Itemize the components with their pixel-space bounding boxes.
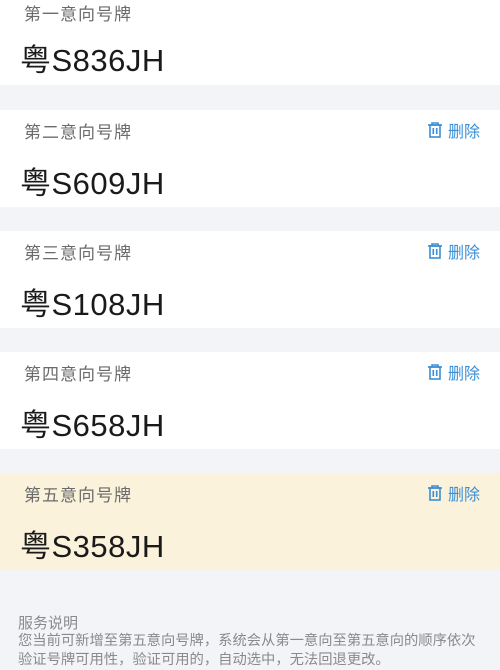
plate-card-label: 第五意向号牌 (24, 486, 132, 506)
plate-number: 粤S658JH (20, 408, 165, 443)
delete-label: 删除 (447, 485, 480, 504)
service-description: 服务说明 您当前可新增至第五意向号牌，系统会从第一意向至第五意向的顺序依次 验证… (0, 598, 500, 670)
delete-button[interactable]: 删除 (426, 118, 480, 142)
service-text-line: 您当前可新增至第五意向号牌，系统会从第一意向至第五意向的顺序依次 (18, 633, 476, 649)
plate-number: 粤S108JH (20, 287, 165, 322)
delete-label: 删除 (447, 364, 480, 383)
plate-number: 粤S836JH (20, 43, 165, 78)
service-text: 您当前可新增至第五意向号牌，系统会从第一意向至第五意向的顺序依次 验证号牌可用性… (18, 632, 488, 670)
plate-card-label: 第二意向号牌 (24, 123, 132, 143)
plate-card-label: 第四意向号牌 (24, 365, 132, 385)
plate-card-5: 第五意向号牌 删除 粤S358JH (0, 473, 500, 570)
plate-card-2: 第二意向号牌 删除 粤S609JH (0, 110, 500, 207)
delete-button[interactable]: 删除 (426, 239, 480, 263)
plate-card-4: 第四意向号牌 删除 粤S658JH (0, 352, 500, 449)
plate-card-1: 第一意向号牌 粤S836JH (0, 0, 500, 85)
plate-card-label: 第一意向号牌 (24, 5, 132, 25)
trash-icon (426, 484, 444, 502)
service-title: 服务说明 (18, 614, 79, 632)
delete-button[interactable]: 删除 (426, 481, 480, 505)
plate-card-3: 第三意向号牌 删除 粤S108JH (0, 231, 500, 328)
delete-label: 删除 (447, 243, 480, 262)
plate-card-label: 第三意向号牌 (24, 244, 132, 264)
delete-label: 删除 (447, 122, 480, 141)
trash-icon (426, 242, 444, 260)
delete-button[interactable]: 删除 (426, 360, 480, 384)
service-text-line: 验证号牌可用性，验证可用的，自动选中，无法回退更改。 (18, 652, 390, 668)
trash-icon (426, 363, 444, 381)
plate-number: 粤S609JH (20, 166, 165, 201)
plate-number: 粤S358JH (20, 529, 165, 564)
trash-icon (426, 121, 444, 139)
